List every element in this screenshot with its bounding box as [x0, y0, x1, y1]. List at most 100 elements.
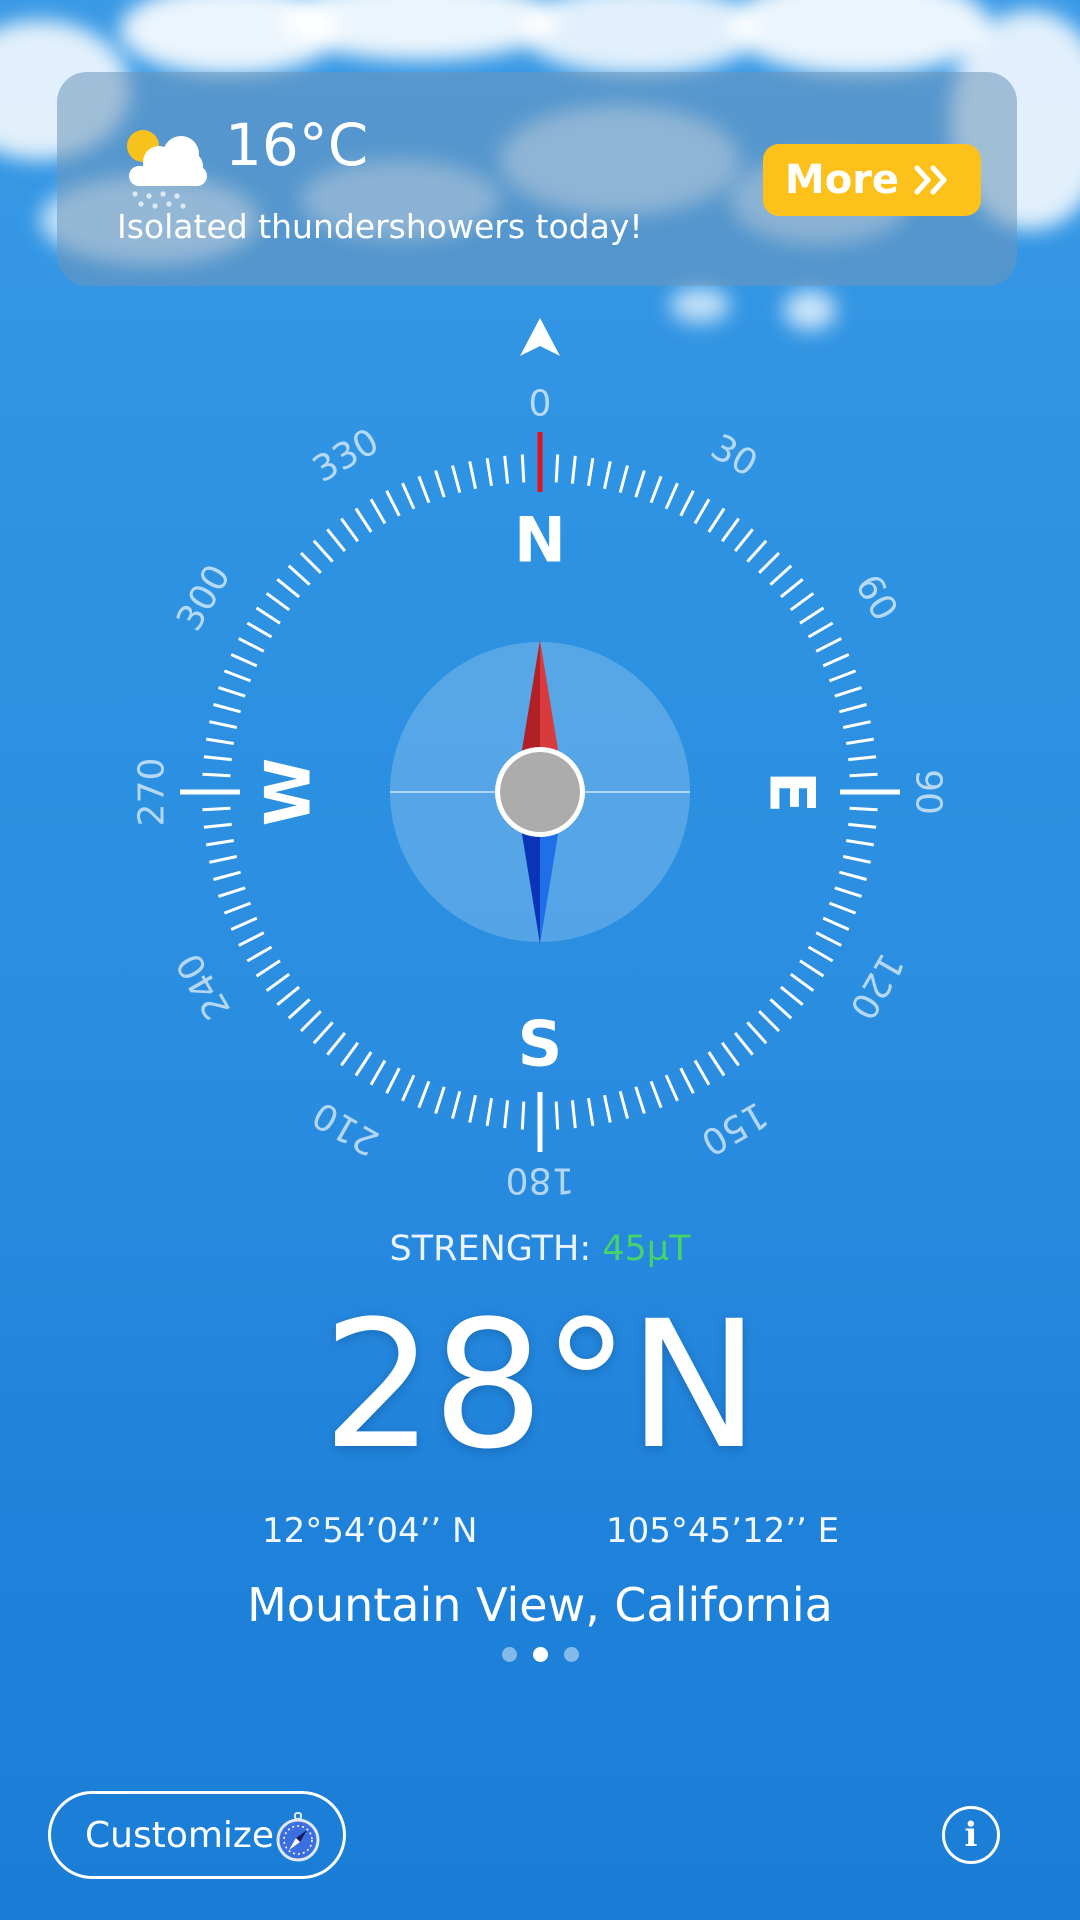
compass-tick: [276, 985, 301, 1006]
compass-tick: [554, 1101, 560, 1130]
compass-degree-label: 300: [169, 558, 239, 638]
compass-tick: [417, 1080, 431, 1109]
compass-tick: [299, 1010, 322, 1033]
compass-tick: [815, 931, 842, 947]
compass-tick: [707, 1051, 726, 1077]
compass-degree-label: 0: [529, 384, 552, 425]
compass-tick: [238, 637, 265, 653]
compass-tick: [828, 901, 857, 915]
compass-tick: [434, 470, 446, 498]
compass-tick: [789, 972, 815, 992]
customize-button[interactable]: Customize: [48, 1791, 346, 1879]
compass-tick: [340, 517, 360, 543]
page-indicator[interactable]: [0, 1647, 1080, 1662]
compass-tick: [570, 1100, 577, 1129]
compass-tick: [218, 886, 246, 898]
strength-value: 45µT: [602, 1229, 691, 1269]
compass-tick: [807, 945, 834, 963]
compass-tick: [587, 457, 595, 487]
compass-tick: [849, 806, 878, 812]
compass-tick: [842, 720, 871, 729]
compass-tick: [485, 1097, 493, 1127]
compass-tick: [746, 539, 768, 563]
compass-tick: [468, 1094, 477, 1123]
compass-tick: [401, 482, 416, 510]
compass-tick: [570, 455, 577, 484]
compass-tick: [618, 1091, 629, 1119]
compass-tick: [354, 1051, 373, 1077]
compass-tick: [299, 551, 322, 574]
compass-tick: [834, 686, 862, 698]
compass-tick: [603, 461, 612, 490]
info-button[interactable]: i: [942, 1806, 1000, 1864]
compass-tick: [603, 1094, 612, 1123]
compass-tick: [799, 606, 825, 625]
latitude: 12°54’04’’ N: [262, 1511, 478, 1551]
compass-tick: [848, 822, 877, 829]
compass-tick: [354, 507, 373, 533]
compass-tick: [385, 1067, 401, 1094]
compass-tick: [202, 772, 231, 778]
compass-tick: [845, 839, 875, 847]
compass-tick: [799, 959, 825, 978]
compass-degree-label: 30: [704, 427, 764, 485]
compass-degree-label: 60: [847, 568, 905, 628]
compass-tick: [385, 490, 401, 517]
compass-tick: [520, 454, 526, 483]
customize-label: Customize: [85, 1814, 274, 1856]
compass-tick: [213, 703, 241, 714]
compass-icon: [276, 1812, 320, 1862]
compass-degree-label: 330: [306, 421, 386, 491]
compass-tick: [434, 1086, 446, 1114]
page-dot-active[interactable]: [532, 1647, 548, 1662]
compass-tick: [842, 855, 871, 864]
compass-tick: [769, 998, 793, 1020]
more-button-label: More: [784, 157, 900, 203]
cardinal-north: N: [514, 504, 566, 577]
compass-tick: [834, 886, 862, 898]
compass-tick: [848, 755, 877, 762]
compass-tick: [223, 669, 252, 683]
compass-tick: [789, 592, 815, 612]
cardinal-south: S: [518, 1008, 563, 1081]
compass-tick: [340, 1041, 360, 1067]
compass-tick: [664, 482, 679, 510]
compass-tick: [839, 703, 867, 714]
compass-tick: [203, 755, 232, 762]
compass-tick: [417, 475, 431, 504]
compass-tick: [503, 455, 510, 484]
compass-tick: [276, 578, 301, 599]
compass-tick: [202, 806, 231, 812]
compass-tick: [845, 737, 875, 745]
more-button[interactable]: More: [763, 144, 981, 216]
compass-tick: [205, 737, 235, 745]
compass-tick: [587, 1097, 595, 1127]
compass-tick: [664, 1074, 679, 1102]
compass-tick: [649, 1080, 663, 1109]
compass-tick: [312, 1021, 334, 1045]
temperature: 16°C: [225, 111, 369, 179]
weather-card: 16°C Isolated thundershowers today! More: [57, 72, 1017, 286]
compass-tick: [746, 1021, 768, 1045]
compass-degree-label: 240: [169, 946, 239, 1026]
page-dot[interactable]: [563, 1647, 579, 1662]
longitude: 105°45’12’’ E: [606, 1511, 840, 1551]
compass-tick: [218, 686, 246, 698]
compass-tick: [246, 945, 273, 963]
compass-tick: [209, 720, 238, 729]
compass-tick: [287, 998, 311, 1020]
compass-tick: [649, 475, 663, 504]
compass-tick: [203, 822, 232, 829]
compass-degree-label: 120: [841, 946, 911, 1026]
compass-tick: [209, 855, 238, 864]
compass-tick: [634, 470, 646, 498]
page-dot[interactable]: [501, 1647, 517, 1662]
compass-tick: [679, 1067, 695, 1094]
strength-label: STRENGTH:: [389, 1229, 592, 1269]
compass-tick: [634, 1086, 646, 1114]
compass-tick: [230, 653, 258, 668]
compass-tick: [255, 959, 281, 978]
compass-tick: [213, 870, 241, 881]
double-chevron-right-icon: [914, 165, 947, 195]
compass-tick: [769, 564, 793, 586]
